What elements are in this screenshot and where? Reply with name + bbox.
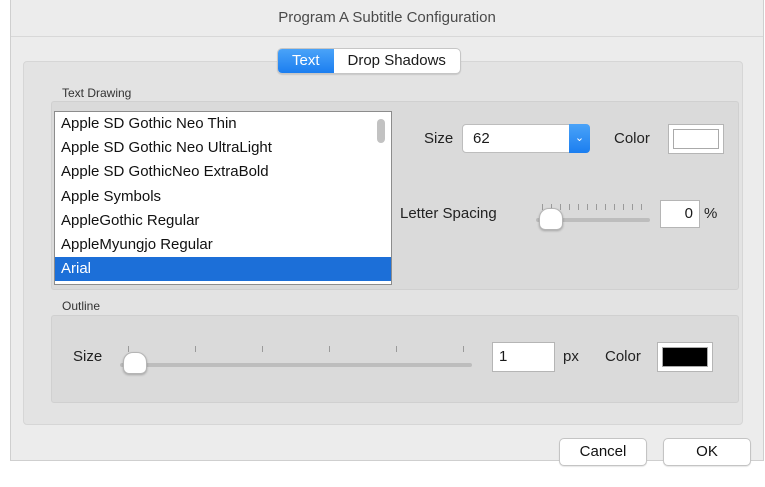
- chevron-down-icon[interactable]: ⌄: [569, 124, 590, 153]
- slider-tick: [596, 204, 597, 210]
- letter-spacing-label: Letter Spacing: [400, 205, 497, 222]
- slider-tick: [560, 204, 561, 210]
- font-list-item[interactable]: Apple SD Gothic Neo Thin: [55, 112, 391, 136]
- font-list-item[interactable]: Apple SD Gothic Neo UltraLight: [55, 136, 391, 160]
- slider-tick: [569, 204, 570, 210]
- text-color-well[interactable]: [668, 124, 724, 154]
- slider-tick: [632, 204, 633, 210]
- slider-tick: [623, 204, 624, 210]
- outline-size-unit: px: [563, 348, 579, 365]
- size-select-value: 62: [473, 130, 490, 147]
- font-list-scrollbar[interactable]: [377, 119, 385, 143]
- slider-tick: [396, 346, 397, 352]
- tab-drop-shadows[interactable]: Drop Shadows: [334, 49, 460, 73]
- tab-bar: Text Drop Shadows: [277, 48, 461, 74]
- font-list-item[interactable]: Apple Symbols: [55, 185, 391, 209]
- outline-size-label: Size: [73, 348, 103, 365]
- text-drawing-label: Text Drawing: [62, 86, 132, 100]
- slider-tick: [262, 346, 263, 352]
- slider-tick: [614, 204, 615, 210]
- letter-spacing-field[interactable]: 0: [660, 200, 700, 228]
- font-list-item[interactable]: Apple SD GothicNeo ExtraBold: [55, 160, 391, 184]
- cancel-button[interactable]: Cancel: [559, 438, 647, 466]
- outline-color-label: Color: [605, 348, 641, 365]
- font-list-item[interactable]: AppleMyungjo Regular: [55, 233, 391, 257]
- outline-size-track[interactable]: [120, 363, 472, 367]
- slider-tick: [463, 346, 464, 352]
- size-label: Size: [424, 130, 454, 147]
- font-list[interactable]: Apple SD Gothic Neo Thin Apple SD Gothic…: [54, 111, 392, 285]
- slider-tick: [578, 204, 579, 210]
- letter-spacing-unit: %: [704, 205, 718, 222]
- window-title: Program A Subtitle Configuration: [11, 0, 763, 37]
- letter-spacing-value: 0: [684, 205, 693, 222]
- slider-tick: [195, 346, 196, 352]
- slider-tick: [587, 204, 588, 210]
- slider-tick: [641, 204, 642, 210]
- outline-color-swatch: [662, 347, 708, 367]
- slider-tick: [329, 346, 330, 352]
- text-color-swatch: [673, 129, 719, 149]
- outline-size-field[interactable]: 1: [492, 342, 555, 372]
- ok-button[interactable]: OK: [663, 438, 751, 466]
- size-select[interactable]: 62 ⌄: [462, 124, 590, 153]
- font-list-item-selected[interactable]: Arial: [55, 257, 391, 282]
- font-list-item[interactable]: AppleGothic Regular: [55, 209, 391, 233]
- outline-size-slider-knob[interactable]: [123, 352, 147, 374]
- outline-color-well[interactable]: [657, 342, 713, 372]
- letter-spacing-slider-knob[interactable]: [539, 208, 563, 230]
- tab-text[interactable]: Text: [278, 49, 334, 73]
- slider-tick: [605, 204, 606, 210]
- text-color-label: Color: [614, 130, 650, 147]
- slider-tick: [128, 346, 129, 352]
- outline-label: Outline: [62, 299, 101, 313]
- outline-size-value: 1: [499, 348, 508, 365]
